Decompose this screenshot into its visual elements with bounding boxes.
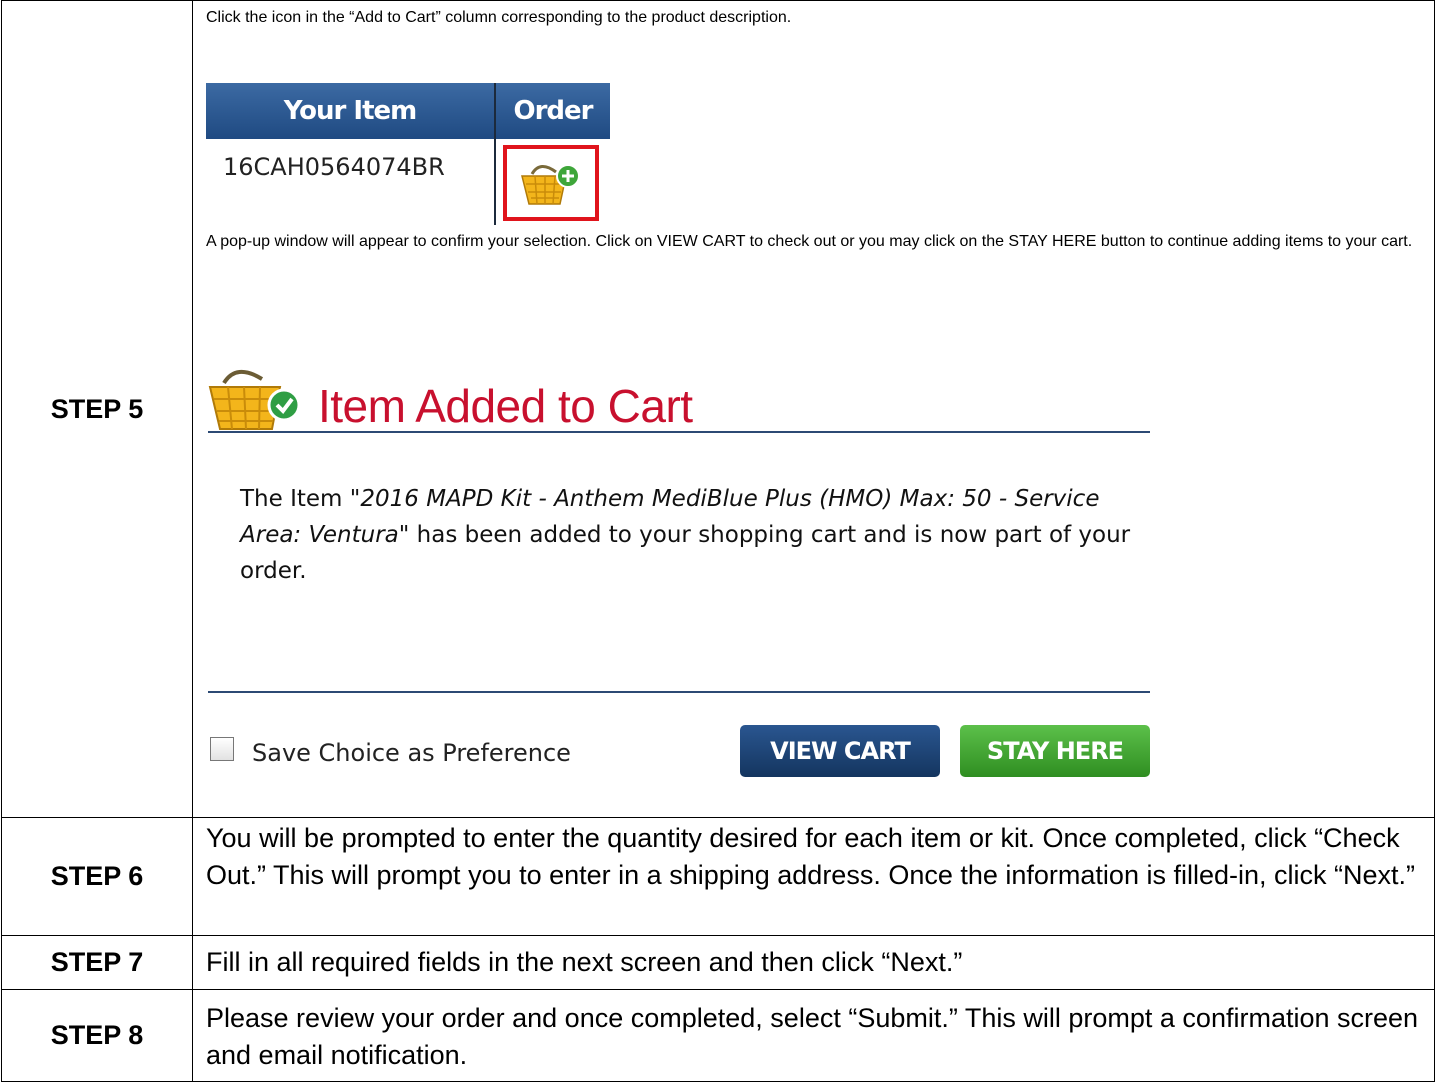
save-preference-checkbox[interactable] <box>210 737 234 761</box>
item-order-table: Your Item Order 16CAH0564074BR <box>206 83 610 225</box>
column-divider <box>494 83 496 225</box>
step-6-text: You will be prompted to enter the quanti… <box>192 817 1435 936</box>
step-8-text: Please review your order and once comple… <box>192 989 1435 1082</box>
add-to-cart-basket-icon <box>521 164 580 205</box>
view-cart-button[interactable]: VIEW CART <box>740 725 940 777</box>
popup-top-rule <box>208 431 1150 433</box>
stay-here-button[interactable]: STAY HERE <box>960 725 1150 777</box>
step-6-label: STEP 6 <box>1 817 193 936</box>
step-7-label: STEP 7 <box>1 935 193 990</box>
step-5-body: Click the icon in the “Add to Cart” colu… <box>192 0 1435 818</box>
step-5-row: STEP 5 Click the icon in the “Add to Car… <box>1 0 1435 818</box>
item-code: 16CAH0564074BR <box>223 153 445 181</box>
popup-message: The Item "2016 MAPD Kit - Anthem MediBlu… <box>240 481 1140 589</box>
step-7-row: STEP 7 Fill in all required fields in th… <box>1 935 1435 990</box>
your-item-header: Your Item <box>206 83 494 139</box>
cart-added-basket-icon <box>208 370 301 430</box>
step-8-label: STEP 8 <box>1 989 193 1082</box>
steps-table: STEP 5 Click the icon in the “Add to Car… <box>1 0 1435 1082</box>
step-5-label: STEP 5 <box>1 0 193 818</box>
step-8-row: STEP 8 Please review your order and once… <box>1 989 1435 1082</box>
save-preference-label: Save Choice as Preference <box>252 739 571 767</box>
step-5-popup-instruction: A pop-up window will appear to confirm y… <box>206 233 1413 250</box>
add-to-cart-button[interactable] <box>503 145 599 221</box>
item-added-popup: Item Added to Cart The Item "2016 MAPD K… <box>206 353 1152 793</box>
step-7-text: Fill in all required fields in the next … <box>192 935 1435 990</box>
popup-title: Item Added to Cart <box>318 380 693 432</box>
order-header: Order <box>496 83 610 139</box>
popup-message-prefix: The Item <box>240 486 350 512</box>
step-5-instruction: Click the icon in the “Add to Cart” colu… <box>206 9 792 26</box>
popup-bottom-rule <box>208 691 1150 693</box>
step-6-row: STEP 6 You will be prompted to enter the… <box>1 817 1435 936</box>
